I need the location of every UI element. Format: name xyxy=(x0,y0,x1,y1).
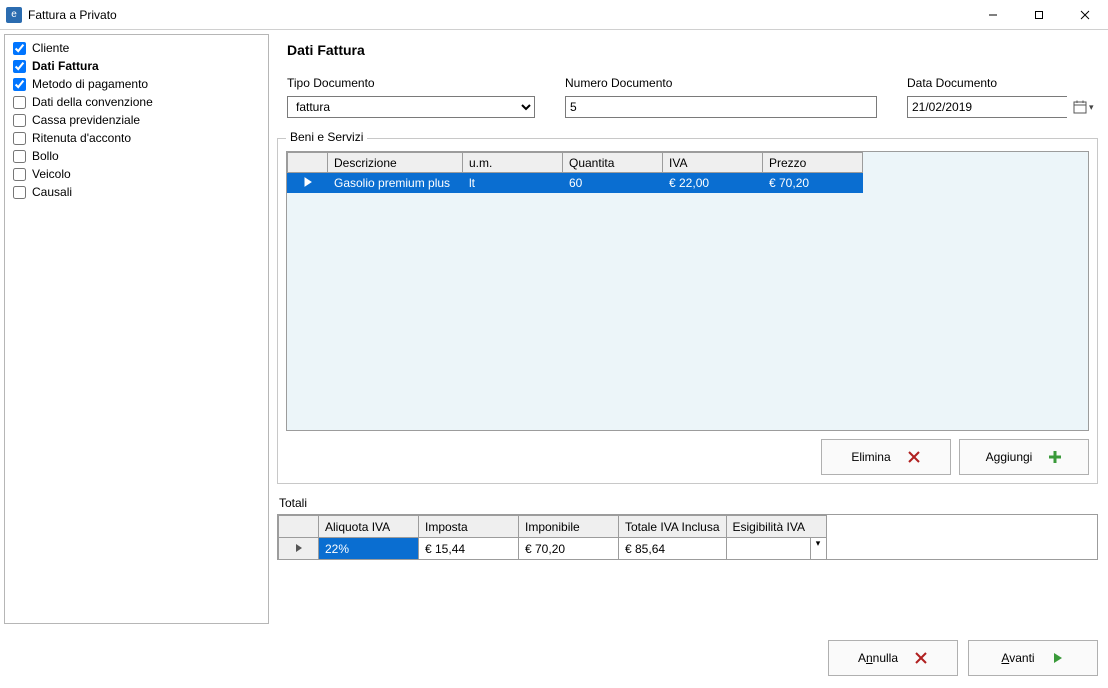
cancel-icon xyxy=(914,651,928,665)
col-header[interactable]: Totale IVA Inclusa xyxy=(619,516,727,538)
grid-beni-servizi[interactable]: Descrizioneu.m.QuantitaIVAPrezzoGasolio … xyxy=(286,151,1089,431)
sidebar-checkbox-1[interactable] xyxy=(13,60,26,73)
sidebar: ClienteDati FatturaMetodo di pagamentoDa… xyxy=(4,34,269,624)
sidebar-item-3[interactable]: Dati della convenzione xyxy=(13,93,260,111)
window-controls xyxy=(970,0,1108,29)
close-button[interactable] xyxy=(1062,0,1108,29)
datepicker-data-documento[interactable]: ▾ xyxy=(907,96,1067,118)
cell[interactable]: Gasolio premium plus xyxy=(328,173,463,193)
window-title: Fattura a Privato xyxy=(28,8,117,22)
legend-beni-servizi: Beni e Servizi xyxy=(286,130,367,144)
col-header[interactable]: Prezzo xyxy=(763,153,863,173)
col-header[interactable]: Descrizione xyxy=(328,153,463,173)
sidebar-checkbox-2[interactable] xyxy=(13,78,26,91)
app-icon: e xyxy=(6,7,22,23)
chevron-down-icon[interactable]: ▾ xyxy=(810,538,826,559)
sidebar-item-label: Causali xyxy=(32,183,72,201)
footer: Annulla Avanti xyxy=(0,628,1108,688)
table-row[interactable]: Gasolio premium pluslt60€ 22,00€ 70,20 xyxy=(288,173,863,193)
section-totali: Totali Aliquota IVAImpostaImponibileTota… xyxy=(277,496,1098,560)
col-header[interactable]: u.m. xyxy=(463,153,563,173)
aggiungi-label: Aggiungi xyxy=(986,450,1033,464)
field-data-documento: Data Documento ▾ xyxy=(907,76,1067,118)
cell[interactable]: € 22,00 xyxy=(663,173,763,193)
sidebar-item-8[interactable]: Causali xyxy=(13,183,260,201)
cell[interactable]: € 85,64 xyxy=(619,538,727,560)
cell-esigibilita[interactable]: ▾ xyxy=(726,538,826,560)
next-icon xyxy=(1051,651,1065,665)
minimize-button[interactable] xyxy=(970,0,1016,29)
cell[interactable]: € 70,20 xyxy=(763,173,863,193)
elimina-label: Elimina xyxy=(851,450,890,464)
maximize-button[interactable] xyxy=(1016,0,1062,29)
sidebar-checkbox-0[interactable] xyxy=(13,42,26,55)
cell[interactable]: lt xyxy=(463,173,563,193)
add-icon xyxy=(1048,450,1062,464)
row-indicator-icon xyxy=(279,538,319,560)
sidebar-item-label: Cassa previdenziale xyxy=(32,111,140,129)
sidebar-item-label: Cliente xyxy=(32,39,69,57)
cell[interactable]: 60 xyxy=(563,173,663,193)
col-header[interactable]: Imponibile xyxy=(519,516,619,538)
sidebar-item-label: Veicolo xyxy=(32,165,71,183)
sidebar-checkbox-4[interactable] xyxy=(13,114,26,127)
input-data-documento[interactable] xyxy=(908,97,1071,117)
delete-icon xyxy=(907,450,921,464)
sidebar-item-label: Bollo xyxy=(32,147,59,165)
sidebar-item-0[interactable]: Cliente xyxy=(13,39,260,57)
col-header[interactable]: IVA xyxy=(663,153,763,173)
sidebar-checkbox-6[interactable] xyxy=(13,150,26,163)
input-numero-documento[interactable] xyxy=(565,96,877,118)
page-title: Dati Fattura xyxy=(287,42,1098,58)
aggiungi-button[interactable]: Aggiungi xyxy=(959,439,1089,475)
label-tipo-documento: Tipo Documento xyxy=(287,76,535,90)
annulla-button[interactable]: Annulla xyxy=(828,640,958,676)
sidebar-item-6[interactable]: Bollo xyxy=(13,147,260,165)
grid-totali[interactable]: Aliquota IVAImpostaImponibileTotale IVA … xyxy=(277,514,1098,560)
titlebar: e Fattura a Privato xyxy=(0,0,1108,30)
sidebar-item-4[interactable]: Cassa previdenziale xyxy=(13,111,260,129)
field-numero-documento: Numero Documento xyxy=(565,76,877,118)
label-numero-documento: Numero Documento xyxy=(565,76,877,90)
avanti-label: Avanti xyxy=(1001,651,1034,665)
field-tipo-documento: Tipo Documento fattura xyxy=(287,76,535,118)
sidebar-item-label: Dati della convenzione xyxy=(32,93,153,111)
col-header[interactable]: Quantita xyxy=(563,153,663,173)
cell[interactable]: € 70,20 xyxy=(519,538,619,560)
content: Dati Fattura Tipo Documento fattura Nume… xyxy=(273,30,1108,628)
annulla-label: Annulla xyxy=(858,651,898,665)
sidebar-checkbox-8[interactable] xyxy=(13,186,26,199)
sidebar-item-label: Metodo di pagamento xyxy=(32,75,148,93)
sidebar-checkbox-7[interactable] xyxy=(13,168,26,181)
elimina-button[interactable]: Elimina xyxy=(821,439,951,475)
sidebar-item-1[interactable]: Dati Fattura xyxy=(13,57,260,75)
fields-row: Tipo Documento fattura Numero Documento … xyxy=(287,76,1098,118)
table-row[interactable]: 22%€ 15,44€ 70,20€ 85,64 ▾ xyxy=(279,538,827,560)
avanti-button[interactable]: Avanti xyxy=(968,640,1098,676)
row-indicator-icon xyxy=(288,173,328,193)
col-header[interactable]: Aliquota IVA xyxy=(319,516,419,538)
col-rowheader xyxy=(279,516,319,538)
label-data-documento: Data Documento xyxy=(907,76,1067,90)
sidebar-item-2[interactable]: Metodo di pagamento xyxy=(13,75,260,93)
calendar-icon[interactable] xyxy=(1073,100,1087,114)
col-rowheader xyxy=(288,153,328,173)
col-header[interactable]: Imposta xyxy=(419,516,519,538)
sidebar-item-label: Ritenuta d'acconto xyxy=(32,129,131,147)
col-header[interactable]: Esigibilità IVA xyxy=(726,516,826,538)
sidebar-item-label: Dati Fattura xyxy=(32,57,99,75)
cell[interactable]: 22% xyxy=(319,538,419,560)
select-tipo-documento[interactable]: fattura xyxy=(287,96,535,118)
cell[interactable]: € 15,44 xyxy=(419,538,519,560)
group-beni-servizi: Beni e Servizi Descrizioneu.m.QuantitaIV… xyxy=(277,138,1098,484)
sidebar-checkbox-3[interactable] xyxy=(13,96,26,109)
sidebar-item-7[interactable]: Veicolo xyxy=(13,165,260,183)
sidebar-item-5[interactable]: Ritenuta d'acconto xyxy=(13,129,260,147)
chevron-down-icon[interactable]: ▾ xyxy=(1089,102,1094,113)
legend-totali: Totali xyxy=(279,496,1098,510)
sidebar-checkbox-5[interactable] xyxy=(13,132,26,145)
